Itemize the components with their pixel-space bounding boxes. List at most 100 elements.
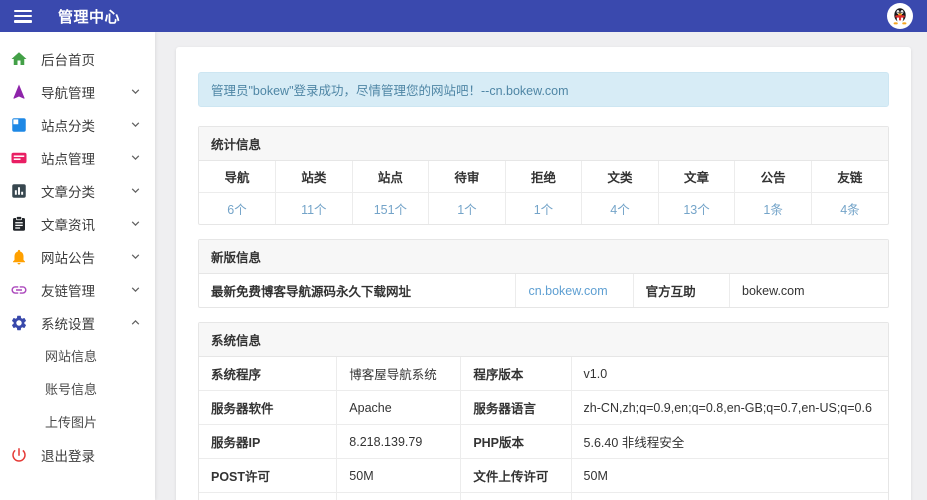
bell-icon <box>10 248 28 266</box>
version-table: 最新免费博客导航源码永久下载网址 cn.bokew.com 官方互助 bokew… <box>199 274 888 307</box>
system-label: 服务器软件 <box>199 391 337 425</box>
stats-value[interactable]: 151个 <box>352 193 429 225</box>
stats-value[interactable]: 1个 <box>505 193 582 225</box>
sidebar-item-label: 站点管理 <box>41 148 128 168</box>
stats-value[interactable]: 11个 <box>276 193 353 225</box>
sidebar-item-site-manage[interactable]: 站点管理 <box>0 141 155 174</box>
version-panel: 新版信息 最新免费博客导航源码永久下载网址 cn.bokew.com 官方互助 … <box>198 239 889 308</box>
version-label: 最新免费博客导航源码永久下载网址 <box>199 274 516 307</box>
stats-col-header: 文章 <box>658 161 735 193</box>
system-value: Apache <box>337 391 461 425</box>
sidebar-item-article-category[interactable]: 文章分类 <box>0 174 155 207</box>
stats-value[interactable]: 1条 <box>735 193 812 225</box>
system-value: 50M <box>337 459 461 493</box>
sidebar-item-friend-links[interactable]: 友链管理 <box>0 273 155 306</box>
system-label: 系统程序 <box>199 357 337 391</box>
stats-col-header: 文类 <box>582 161 659 193</box>
system-value: 50M <box>571 459 888 493</box>
stats-table: 导航 站类 站点 待审 拒绝 文类 文章 公告 友链 6个 11个 151个 <box>199 161 888 224</box>
chevron-down-icon <box>128 117 143 132</box>
stats-value[interactable]: 4条 <box>811 193 888 225</box>
stats-header-row: 导航 站类 站点 待审 拒绝 文类 文章 公告 友链 <box>199 161 888 193</box>
sidebar-item-article-news[interactable]: 文章资讯 <box>0 207 155 240</box>
stats-col-header: 拒绝 <box>505 161 582 193</box>
app-title: 管理中心 <box>58 6 120 27</box>
user-avatar[interactable] <box>887 3 913 29</box>
chevron-down-icon <box>128 183 143 198</box>
sidebar-item-label: 后台首页 <box>41 49 143 69</box>
sidebar-item-dashboard[interactable]: 后台首页 <box>0 42 155 75</box>
system-value: 博客屋导航系统 <box>337 357 461 391</box>
sidebar-subitem-upload-image[interactable]: 上传图片 <box>0 405 155 438</box>
content-card: 管理员"bokew"登录成功，尽情管理您的网站吧！--cn.bokew.com … <box>176 47 911 500</box>
system-row: POST许可 50M 文件上传许可 50M <box>199 459 888 493</box>
version-panel-title: 新版信息 <box>199 240 888 274</box>
system-value: zh-CN,zh;q=0.9,en;q=0.8,en-GB;q=0.7,en-U… <box>571 391 888 425</box>
chevron-down-icon <box>128 150 143 165</box>
system-row: 程序最大运行时间 300s 网站路径 /www/wwwroot/cn.bokew… <box>199 493 888 500</box>
stats-col-header: 导航 <box>199 161 276 193</box>
system-label: PHP版本 <box>461 425 571 459</box>
chevron-down-icon <box>128 216 143 231</box>
sidebar-item-site-category[interactable]: 站点分类 <box>0 108 155 141</box>
link-icon <box>10 281 28 299</box>
stats-value-row: 6个 11个 151个 1个 1个 4个 13个 1条 4条 <box>199 193 888 225</box>
stats-value[interactable]: 6个 <box>199 193 276 225</box>
sidebar-item-nav-manage[interactable]: 导航管理 <box>0 75 155 108</box>
system-label: POST许可 <box>199 459 337 493</box>
sidebar-item-label: 友链管理 <box>41 280 128 300</box>
system-label: 服务器语言 <box>461 391 571 425</box>
system-label: 网站路径 <box>461 493 571 500</box>
site-card-icon <box>10 149 28 167</box>
sidebar-item-announcement[interactable]: 网站公告 <box>0 240 155 273</box>
main-area: 管理员"bokew"登录成功，尽情管理您的网站吧！--cn.bokew.com … <box>155 32 927 500</box>
stats-col-header: 友链 <box>811 161 888 193</box>
system-value: 300s <box>337 493 461 500</box>
power-icon <box>10 446 28 464</box>
sidebar-subitem-site-info[interactable]: 网站信息 <box>0 339 155 372</box>
login-success-alert: 管理员"bokew"登录成功，尽情管理您的网站吧！--cn.bokew.com <box>198 72 889 107</box>
system-label: 程序版本 <box>461 357 571 391</box>
stats-panel-title: 统计信息 <box>199 127 888 161</box>
official-help-value: bokew.com <box>730 274 888 307</box>
stats-col-header: 公告 <box>735 161 812 193</box>
sidebar-item-label: 站点分类 <box>41 115 128 135</box>
sidebar: 后台首页 导航管理 站点分类 站点管理 <box>0 32 155 500</box>
sidebar-item-system-settings[interactable]: 系统设置 <box>0 306 155 339</box>
system-value: 8.218.139.79 <box>337 425 461 459</box>
system-value: /www/wwwroot/cn.bokew.com/admin/index.ph… <box>571 493 888 500</box>
system-label: 服务器IP <box>199 425 337 459</box>
sidebar-item-label: 文章分类 <box>41 181 128 201</box>
system-panel: 系统信息 系统程序 博客屋导航系统 程序版本 v1.0 服务器软件 Apache… <box>198 322 889 500</box>
sidebar-item-logout[interactable]: 退出登录 <box>0 438 155 471</box>
home-icon <box>10 50 28 68</box>
clipboard-icon <box>10 215 28 233</box>
sidebar-item-label: 网站公告 <box>41 247 128 267</box>
menu-hamburger-icon[interactable] <box>14 10 32 23</box>
system-value: 5.6.40 非线程安全 <box>571 425 888 459</box>
navigation-icon <box>10 83 28 101</box>
sidebar-item-label: 退出登录 <box>41 445 143 465</box>
stats-value[interactable]: 4个 <box>582 193 659 225</box>
gear-icon <box>10 314 28 332</box>
stats-panel: 统计信息 导航 站类 站点 待审 拒绝 文类 文章 公告 友链 6个 <box>198 126 889 225</box>
stats-value[interactable]: 13个 <box>658 193 735 225</box>
chevron-down-icon <box>128 249 143 264</box>
system-label: 文件上传许可 <box>461 459 571 493</box>
chevron-up-icon <box>128 315 143 330</box>
system-row: 服务器软件 Apache 服务器语言 zh-CN,zh;q=0.9,en;q=0… <box>199 391 888 425</box>
stats-value[interactable]: 1个 <box>429 193 506 225</box>
category-icon <box>10 116 28 134</box>
sidebar-item-label: 系统设置 <box>41 313 128 333</box>
system-row: 服务器IP 8.218.139.79 PHP版本 5.6.40 非线程安全 <box>199 425 888 459</box>
chevron-down-icon <box>128 84 143 99</box>
official-help-label: 官方互助 <box>633 274 729 307</box>
system-label: 程序最大运行时间 <box>199 493 337 500</box>
system-value: v1.0 <box>571 357 888 391</box>
stats-col-header: 待审 <box>429 161 506 193</box>
sidebar-item-label: 文章资讯 <box>41 214 128 234</box>
download-url-link[interactable]: cn.bokew.com <box>516 274 633 307</box>
sidebar-subitem-account-info[interactable]: 账号信息 <box>0 372 155 405</box>
chevron-down-icon <box>128 282 143 297</box>
system-panel-title: 系统信息 <box>199 323 888 357</box>
